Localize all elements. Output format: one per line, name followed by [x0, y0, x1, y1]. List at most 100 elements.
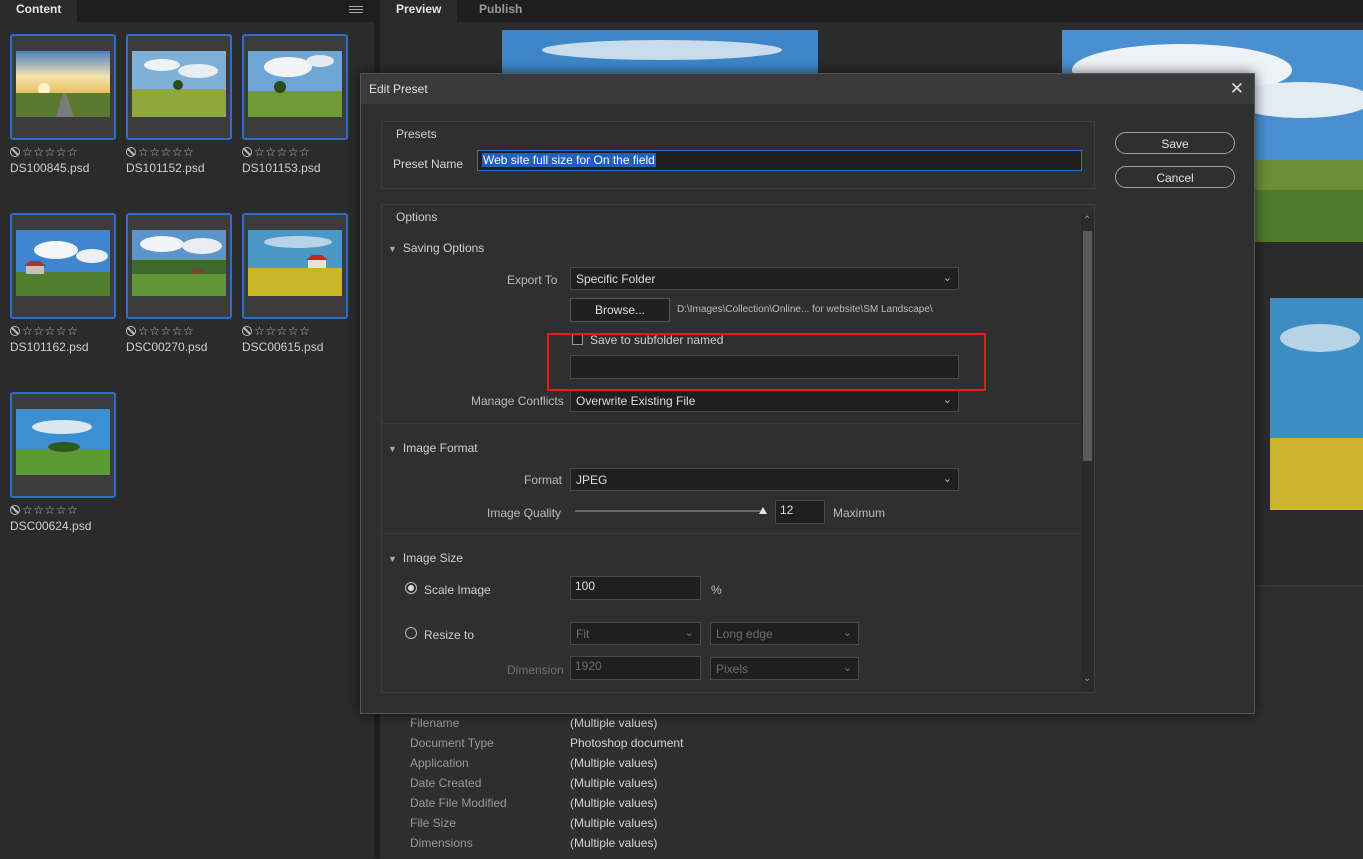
tab-publish[interactable]: Publish [463, 0, 538, 22]
rating[interactable]: ☆☆☆☆☆ [242, 145, 348, 159]
metadata-key: Application [410, 756, 469, 770]
unit-select[interactable]: Pixels ⌄ [710, 657, 859, 680]
metadata-row: (Multiple values) [570, 836, 657, 850]
chevron-down-icon: ⌄ [842, 627, 852, 639]
export-path: D:\Images\Collection\Online... for websi… [677, 304, 933, 315]
thumbnail-item[interactable]: ☆☆☆☆☆ DSC00624.psd [10, 392, 116, 533]
thumbnail-item[interactable]: ☆☆☆☆☆ DS101153.psd [242, 34, 348, 175]
panel-menu-icon[interactable] [349, 4, 363, 16]
rating[interactable]: ☆☆☆☆☆ [10, 324, 116, 338]
reject-icon[interactable] [10, 326, 20, 336]
select-value: Pixels [716, 662, 749, 676]
resize-to-radio[interactable] [405, 627, 417, 639]
cancel-button[interactable]: Cancel [1115, 166, 1235, 188]
chevron-down-icon: ▼ [388, 244, 397, 254]
scroll-down-icon[interactable]: ⌄ [1083, 673, 1091, 684]
saving-options-header[interactable]: ▼ Saving Options [388, 241, 484, 255]
thumbnail-frame[interactable] [10, 34, 116, 140]
field-tree-image [132, 51, 226, 117]
scale-value-field[interactable]: 100 [570, 576, 701, 600]
metadata-row: Date File Modified [410, 796, 507, 810]
scale-image-label: Scale Image [424, 583, 491, 597]
tab-content[interactable]: Content [0, 0, 78, 22]
metadata-row: Photoshop document [570, 736, 683, 750]
select-value: Fit [576, 627, 590, 641]
preset-name-value: Web site full size for On the field [482, 153, 656, 167]
thumbnail-item[interactable]: ☆☆☆☆☆ DSC00615.psd [242, 213, 348, 354]
metadata-value: (Multiple values) [570, 836, 658, 850]
dialog-titlebar[interactable]: Edit Preset ✕ [361, 74, 1254, 104]
chevron-down-icon: ▼ [388, 554, 397, 564]
scale-image-radio[interactable] [405, 582, 417, 594]
edge-select[interactable]: Long edge ⌄ [710, 622, 859, 645]
reject-icon[interactable] [10, 147, 20, 157]
reject-icon[interactable] [126, 147, 136, 157]
export-to-select[interactable]: Specific Folder ⌄ [570, 267, 959, 290]
thumbnail-filename: DS101162.psd [10, 340, 89, 354]
select-value: Overwrite Existing File [576, 394, 696, 408]
tab-preview[interactable]: Preview [380, 0, 458, 22]
fit-select[interactable]: Fit ⌄ [570, 622, 701, 645]
browse-button[interactable]: Browse... [570, 298, 670, 322]
preview-tabbar: Preview Publish [380, 0, 1363, 22]
thumbnail-item[interactable]: ☆☆☆☆☆ DS101152.psd [126, 34, 232, 175]
rating[interactable]: ☆☆☆☆☆ [242, 324, 348, 338]
close-icon[interactable]: ✕ [1230, 79, 1244, 99]
thumbnail-item[interactable]: ☆☆☆☆☆ DS101162.psd [10, 213, 116, 354]
select-value: JPEG [576, 473, 608, 487]
rating[interactable]: ☆☆☆☆☆ [10, 503, 116, 517]
content-tabbar: Content [0, 0, 374, 22]
quality-value-field[interactable]: 12 [775, 500, 825, 524]
section-title: Saving Options [402, 241, 485, 255]
resize-to-label: Resize to [424, 628, 475, 642]
metadata-row: (Multiple values) [570, 716, 657, 730]
save-button[interactable]: Save [1115, 132, 1235, 154]
reject-icon[interactable] [242, 326, 252, 336]
manage-conflicts-select[interactable]: Overwrite Existing File ⌄ [570, 389, 959, 412]
format-label: Format [524, 473, 563, 487]
rating[interactable]: ☆☆☆☆☆ [126, 145, 232, 159]
metadata-row: Date Created [410, 776, 481, 790]
image-size-header[interactable]: ▼ Image Size [388, 551, 463, 565]
rating[interactable]: ☆☆☆☆☆ [126, 324, 232, 338]
preset-name-label: Preset Name [393, 157, 464, 171]
thumbnail-frame[interactable] [10, 213, 116, 319]
metadata-row: (Multiple values) [570, 756, 657, 770]
chevron-down-icon: ⌄ [942, 272, 952, 284]
scrollbar-thumb[interactable] [1083, 231, 1092, 461]
scroll-up-icon[interactable]: ⌃ [1083, 215, 1091, 226]
rating[interactable]: ☆☆☆☆☆ [10, 145, 116, 159]
metadata-row: Filename [410, 716, 459, 730]
thumbnail-frame[interactable] [242, 213, 348, 319]
options-group: Options ▼ Saving Options Export To Specif… [381, 204, 1095, 693]
quality-slider[interactable] [575, 510, 765, 512]
dimension-label: Dimension [507, 663, 564, 677]
thumbnail-frame[interactable] [10, 392, 116, 498]
section-divider [382, 533, 1082, 534]
thumbnail-frame[interactable] [126, 213, 232, 319]
presets-group: Presets Preset Name Web site full size f… [381, 121, 1095, 189]
thumbnail-filename: DSC00624.psd [10, 519, 92, 533]
thumbnail-filename: DS101153.psd [242, 161, 321, 175]
manage-conflicts-label: Manage Conflicts [471, 394, 564, 408]
quality-slider-handle[interactable] [759, 507, 767, 514]
thumbnail-frame[interactable] [126, 34, 232, 140]
reject-icon[interactable] [242, 147, 252, 157]
thumbnail-item[interactable]: ☆☆☆☆☆ DSC00270.psd [126, 213, 232, 354]
format-select[interactable]: JPEG ⌄ [570, 468, 959, 491]
image-format-header[interactable]: ▼ Image Format [388, 441, 478, 455]
quality-text: Maximum [833, 506, 886, 520]
chevron-down-icon: ▼ [388, 444, 397, 454]
reject-icon[interactable] [126, 326, 136, 336]
section-divider [382, 423, 1082, 424]
reject-icon[interactable] [10, 505, 20, 515]
preset-name-field[interactable]: Web site full size for On the field [477, 150, 1082, 171]
preview-image-1 [502, 30, 818, 74]
presets-heading: Presets [396, 127, 437, 141]
chevron-down-icon: ⌄ [942, 473, 952, 485]
thumbnail-frame[interactable] [242, 34, 348, 140]
thumbnail-item[interactable]: ☆☆☆☆☆ DS100845.psd [10, 34, 116, 175]
dimension-field[interactable]: 1920 [570, 656, 701, 680]
metadata-value: (Multiple values) [570, 716, 658, 730]
metadata-key: Dimensions [410, 836, 473, 850]
